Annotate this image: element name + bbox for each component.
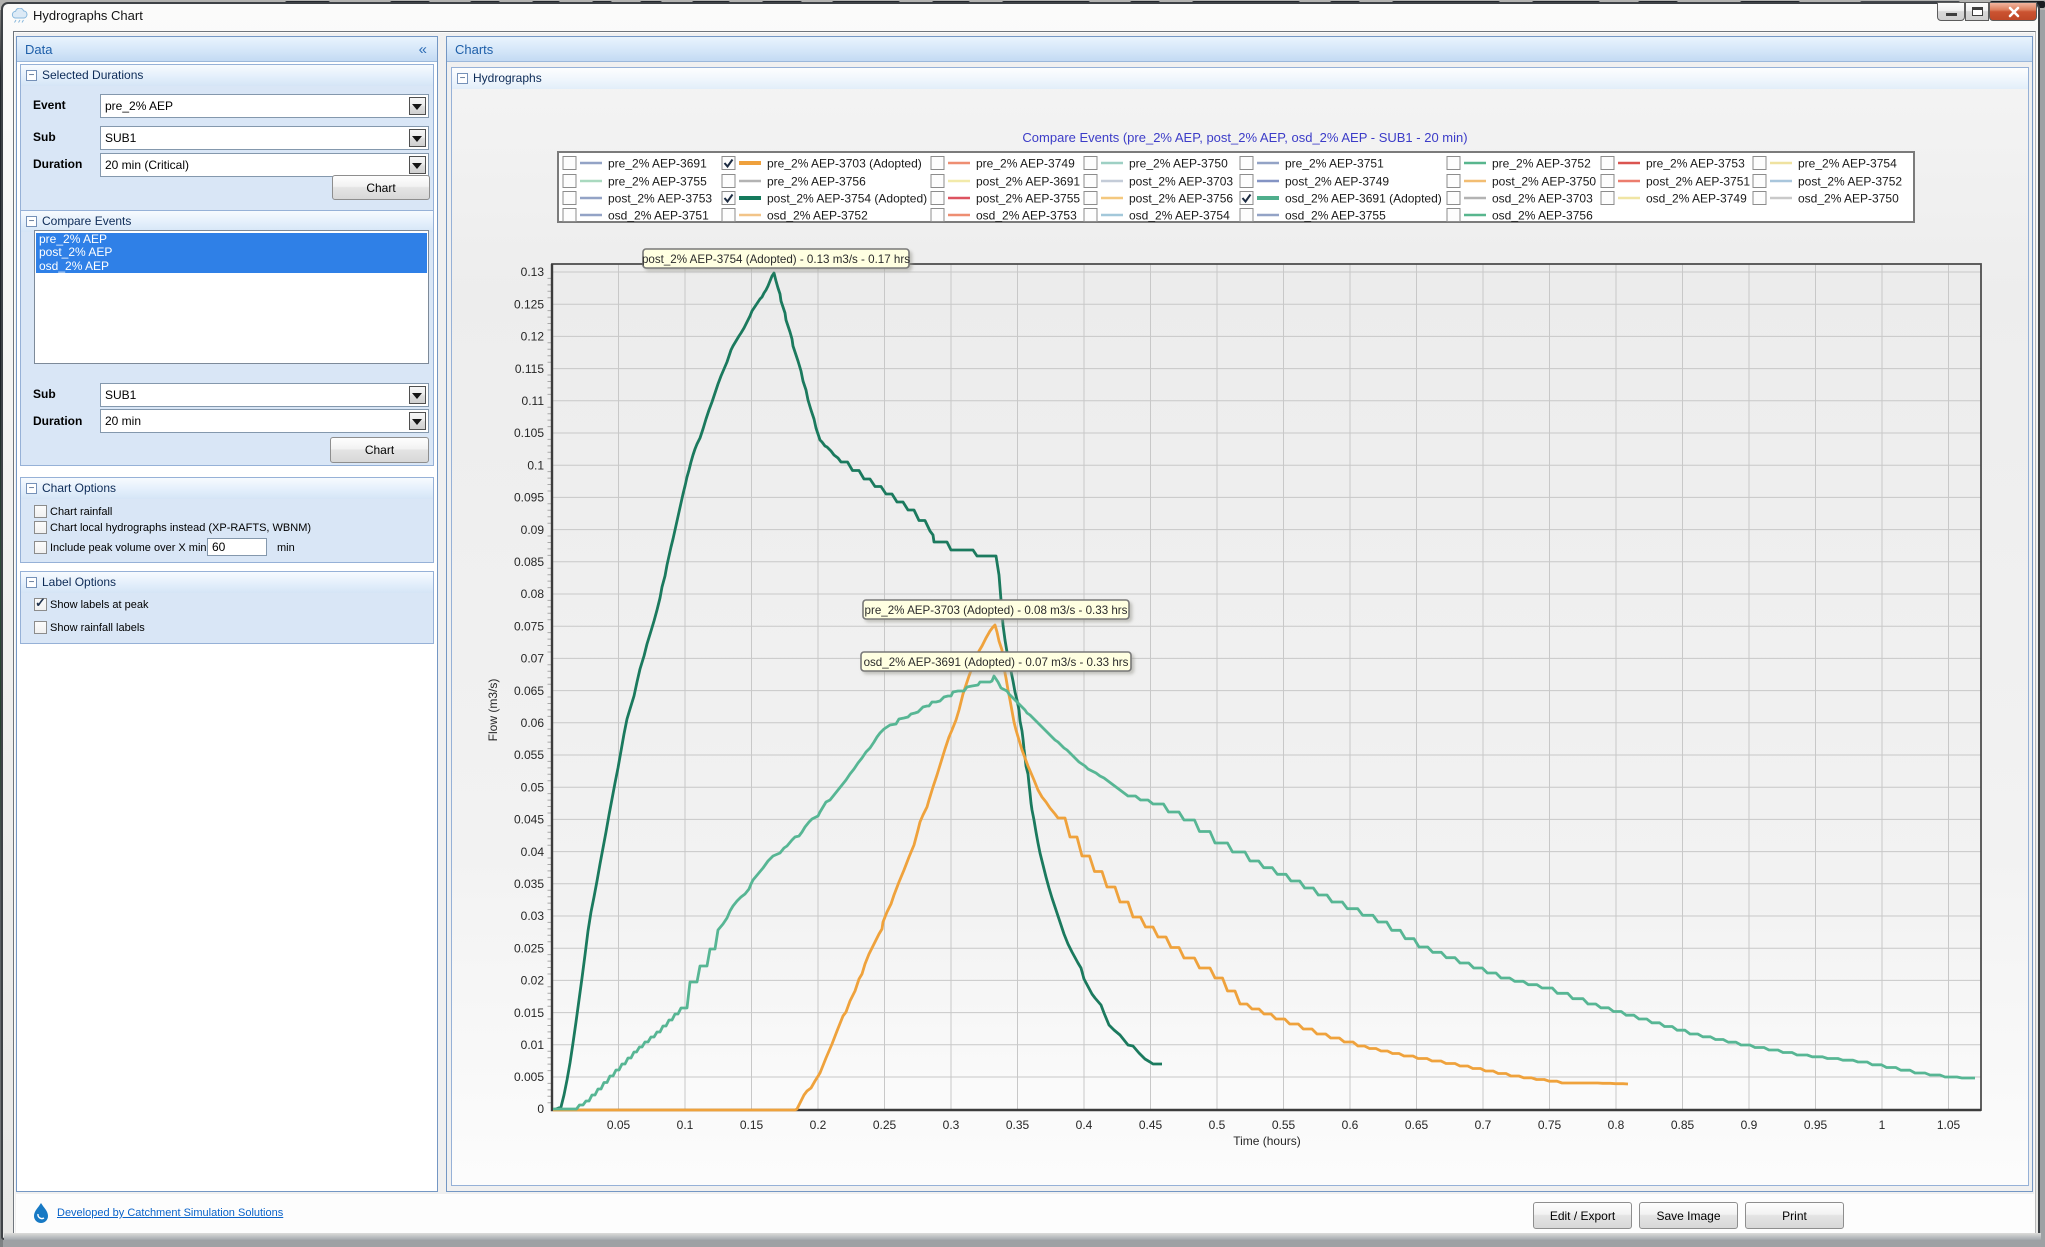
svg-text:0.2: 0.2 — [810, 1118, 827, 1132]
svg-text:0.015: 0.015 — [514, 1006, 544, 1020]
svg-text:0.75: 0.75 — [1538, 1118, 1562, 1132]
svg-text:0.95: 0.95 — [1804, 1118, 1828, 1132]
svg-text:post_2% AEP-3749: post_2% AEP-3749 — [1285, 175, 1389, 189]
svg-text:0.01: 0.01 — [521, 1038, 545, 1052]
svg-text:0.6: 0.6 — [1342, 1118, 1359, 1132]
svg-text:0.3: 0.3 — [943, 1118, 960, 1132]
svg-text:0.04: 0.04 — [521, 845, 545, 859]
svg-text:pre_2% AEP-3755: pre_2% AEP-3755 — [608, 175, 707, 189]
svg-text:osd_2% AEP-3691 (Adopted): osd_2% AEP-3691 (Adopted) — [1285, 192, 1442, 206]
svg-text:osd_2% AEP-3751: osd_2% AEP-3751 — [608, 209, 709, 223]
svg-text:0.125: 0.125 — [514, 297, 544, 311]
svg-text:0.025: 0.025 — [514, 941, 544, 955]
svg-text:0.7: 0.7 — [1475, 1118, 1492, 1132]
svg-text:osd_2% AEP-3749: osd_2% AEP-3749 — [1646, 192, 1747, 206]
svg-text:post_2% AEP-3754 (Adopted) - 0: post_2% AEP-3754 (Adopted) - 0.13 m3/s -… — [642, 253, 910, 266]
svg-text:post_2% AEP-3755: post_2% AEP-3755 — [976, 192, 1080, 206]
svg-text:pre_2% AEP-3749: pre_2% AEP-3749 — [976, 157, 1075, 171]
svg-text:Compare Events (pre_2% AEP, po: Compare Events (pre_2% AEP, post_2% AEP,… — [1022, 130, 1467, 145]
svg-text:0.35: 0.35 — [1006, 1118, 1030, 1132]
svg-text:0.045: 0.045 — [514, 813, 544, 827]
svg-text:0.4: 0.4 — [1076, 1118, 1093, 1132]
svg-text:pre_2% AEP-3750: pre_2% AEP-3750 — [1129, 157, 1228, 171]
svg-text:0.1: 0.1 — [677, 1118, 694, 1132]
svg-text:0.12: 0.12 — [521, 330, 545, 344]
svg-text:osd_2% AEP-3755: osd_2% AEP-3755 — [1285, 209, 1386, 223]
svg-text:0.08: 0.08 — [521, 587, 545, 601]
svg-text:0.035: 0.035 — [514, 877, 544, 891]
svg-text:0.02: 0.02 — [521, 974, 545, 988]
svg-text:0.9: 0.9 — [1741, 1118, 1758, 1132]
svg-text:0.15: 0.15 — [740, 1118, 764, 1132]
svg-text:0.115: 0.115 — [515, 362, 544, 376]
svg-text:0.105: 0.105 — [514, 426, 544, 440]
svg-text:0.45: 0.45 — [1139, 1118, 1163, 1132]
svg-text:osd_2% AEP-3703: osd_2% AEP-3703 — [1492, 192, 1593, 206]
svg-text:osd_2% AEP-3753: osd_2% AEP-3753 — [976, 209, 1077, 223]
svg-text:osd_2% AEP-3750: osd_2% AEP-3750 — [1798, 192, 1899, 206]
svg-text:post_2% AEP-3691: post_2% AEP-3691 — [976, 175, 1080, 189]
svg-text:0.06: 0.06 — [521, 716, 545, 730]
svg-text:0.8: 0.8 — [1608, 1118, 1625, 1132]
svg-text:0.09: 0.09 — [521, 523, 545, 537]
svg-text:0.85: 0.85 — [1671, 1118, 1695, 1132]
svg-text:post_2% AEP-3751: post_2% AEP-3751 — [1646, 175, 1750, 189]
svg-text:pre_2% AEP-3703 (Adopted) - 0.: pre_2% AEP-3703 (Adopted) - 0.08 m3/s - … — [865, 604, 1128, 617]
svg-text:osd_2% AEP-3752: osd_2% AEP-3752 — [767, 209, 868, 223]
svg-text:1: 1 — [1879, 1118, 1886, 1132]
svg-text:0.55: 0.55 — [1272, 1118, 1296, 1132]
svg-text:Time (hours): Time (hours) — [1233, 1134, 1301, 1148]
svg-text:osd_2% AEP-3754: osd_2% AEP-3754 — [1129, 209, 1230, 223]
svg-text:pre_2% AEP-3754: pre_2% AEP-3754 — [1798, 157, 1897, 171]
svg-text:0.085: 0.085 — [514, 555, 544, 569]
svg-text:pre_2% AEP-3752: pre_2% AEP-3752 — [1492, 157, 1591, 171]
svg-text:0.005: 0.005 — [514, 1070, 544, 1084]
svg-text:osd_2% AEP-3691 (Adopted) - 0.: osd_2% AEP-3691 (Adopted) - 0.07 m3/s - … — [864, 656, 1129, 669]
svg-text:0.07: 0.07 — [521, 652, 545, 666]
svg-text:0.03: 0.03 — [521, 909, 545, 923]
svg-text:post_2% AEP-3703: post_2% AEP-3703 — [1129, 175, 1233, 189]
svg-text:0: 0 — [537, 1102, 544, 1116]
svg-text:pre_2% AEP-3751: pre_2% AEP-3751 — [1285, 157, 1384, 171]
svg-text:post_2% AEP-3754 (Adopted): post_2% AEP-3754 (Adopted) — [767, 192, 927, 206]
svg-text:post_2% AEP-3756: post_2% AEP-3756 — [1129, 192, 1233, 206]
svg-text:0.065: 0.065 — [514, 684, 544, 698]
svg-text:osd_2% AEP-3756: osd_2% AEP-3756 — [1492, 209, 1593, 223]
svg-text:0.05: 0.05 — [521, 780, 545, 794]
svg-text:0.075: 0.075 — [514, 619, 544, 633]
svg-text:0.1: 0.1 — [527, 458, 544, 472]
svg-text:pre_2% AEP-3756: pre_2% AEP-3756 — [767, 175, 866, 189]
svg-text:0.055: 0.055 — [514, 748, 544, 762]
svg-text:post_2% AEP-3753: post_2% AEP-3753 — [608, 192, 712, 206]
svg-text:Flow (m3/s): Flow (m3/s) — [486, 679, 500, 742]
svg-text:post_2% AEP-3752: post_2% AEP-3752 — [1798, 175, 1902, 189]
svg-text:0.65: 0.65 — [1405, 1118, 1429, 1132]
svg-text:post_2% AEP-3750: post_2% AEP-3750 — [1492, 175, 1596, 189]
svg-text:pre_2% AEP-3703 (Adopted): pre_2% AEP-3703 (Adopted) — [767, 157, 922, 171]
svg-text:1.05: 1.05 — [1937, 1118, 1961, 1132]
svg-text:0.095: 0.095 — [514, 491, 544, 505]
svg-text:0.13: 0.13 — [521, 265, 545, 279]
svg-text:pre_2% AEP-3753: pre_2% AEP-3753 — [1646, 157, 1745, 171]
svg-text:0.11: 0.11 — [522, 394, 545, 408]
svg-text:pre_2% AEP-3691: pre_2% AEP-3691 — [608, 157, 707, 171]
svg-text:0.25: 0.25 — [873, 1118, 897, 1132]
svg-text:0.05: 0.05 — [607, 1118, 631, 1132]
svg-text:0.5: 0.5 — [1209, 1118, 1226, 1132]
